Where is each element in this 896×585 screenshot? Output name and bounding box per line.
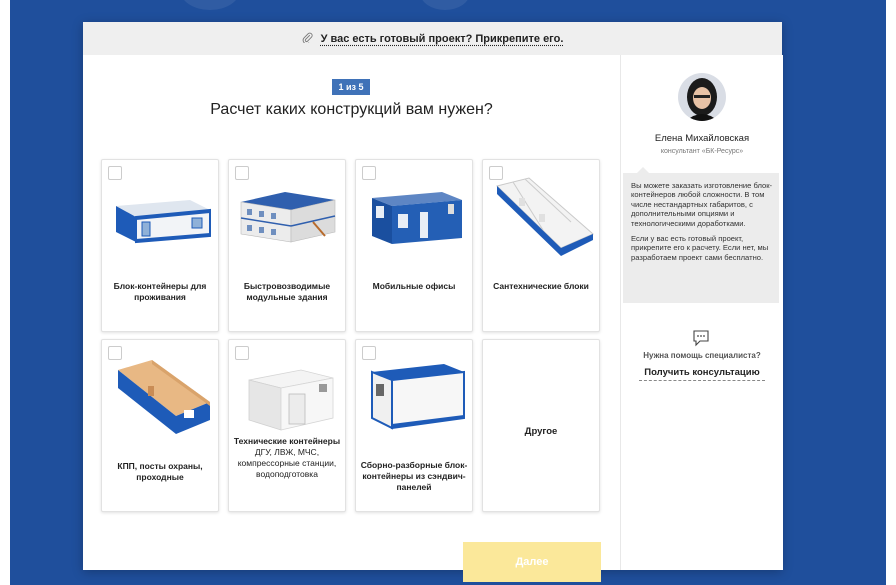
option-label: Быстровозводимые модульные здания	[243, 281, 331, 302]
chat-icon	[691, 328, 711, 348]
message-paragraph: Вы можете заказать изготовление блок-кон…	[631, 181, 773, 228]
option-card-other[interactable]: Другое	[482, 339, 600, 512]
consultant-role: консультант «БК-Ресурс»	[660, 148, 744, 155]
option-label: Технические контейнеры ДГУ, ЛВЖ, МЧС, ко…	[233, 436, 341, 480]
page-edge-left	[0, 0, 10, 585]
option-card-mobile-offices[interactable]: Мобильные офисы	[355, 159, 473, 332]
consultant-message: Вы можете заказать изготовление блок-кон…	[623, 167, 779, 303]
main-panel: 1 из 5 Расчет каких конструкций вам нуже…	[83, 55, 620, 582]
consultant-avatar	[678, 73, 726, 121]
page-edge-right	[886, 0, 896, 585]
option-label: Другое	[524, 426, 558, 437]
next-button[interactable]: Далее	[463, 542, 601, 582]
options-grid: Блок-контейнеры для проживания Быстровоз…	[101, 159, 600, 512]
modular-building-image	[240, 192, 336, 243]
message-paragraph: Если у вас есть готовый проект, прикрепи…	[631, 234, 769, 262]
checkpoint-image	[118, 360, 210, 434]
background-shape	[180, 0, 240, 10]
background-shape	[420, 0, 470, 10]
question-title: Расчет каких конструкций вам нужен?	[210, 101, 493, 118]
paperclip-icon	[302, 32, 313, 46]
consultant-panel: Елена Михайловская консультант «БК-Ресур…	[620, 55, 783, 570]
living-container-image	[116, 200, 211, 244]
consultant-name: Елена Михайловская	[654, 133, 750, 144]
option-card-modular-buildings[interactable]: Быстровозводимые модульные здания	[228, 159, 346, 332]
attach-project-link[interactable]: У вас есть готовый проект? Прикрепите ег…	[321, 33, 564, 45]
option-card-living-containers[interactable]: Блок-контейнеры для проживания	[101, 159, 219, 332]
get-consultation-link[interactable]: Получить консультацию	[639, 367, 765, 381]
help-text: Нужна помощь специалиста?	[643, 351, 761, 360]
sanitary-block-image	[496, 177, 594, 256]
option-card-sanitary-blocks[interactable]: Сантехнические блоки	[482, 159, 600, 332]
option-subtitle: ДГУ, ЛВЖ, МЧС, компрессорные станции, во…	[237, 447, 337, 479]
technical-container-image	[248, 369, 334, 431]
option-label: Мобильные офисы	[372, 281, 456, 291]
option-title: Технические контейнеры	[233, 436, 341, 446]
option-card-technical-containers[interactable]: Технические контейнеры ДГУ, ЛВЖ, МЧС, ко…	[228, 339, 346, 512]
option-card-checkpoints[interactable]: КПП, посты охраны, проходные	[101, 339, 219, 512]
sandwich-container-image	[371, 364, 465, 430]
option-label: Блок-контейнеры для проживания	[113, 281, 207, 302]
attach-project-bar[interactable]: У вас есть готовый проект? Прикрепите ег…	[83, 22, 782, 55]
option-label: Сборно-разборные блок-контейнеры из сэнд…	[360, 460, 468, 492]
mobile-office-image	[372, 192, 462, 244]
option-label: Сантехнические блоки	[493, 281, 589, 291]
option-card-sandwich-containers[interactable]: Сборно-разборные блок-контейнеры из сэнд…	[355, 339, 473, 512]
step-badge: 1 из 5	[332, 79, 370, 95]
option-label: КПП, посты охраны, проходные	[117, 461, 203, 482]
calculator-modal: У вас есть готовый проект? Прикрепите ег…	[83, 22, 783, 582]
